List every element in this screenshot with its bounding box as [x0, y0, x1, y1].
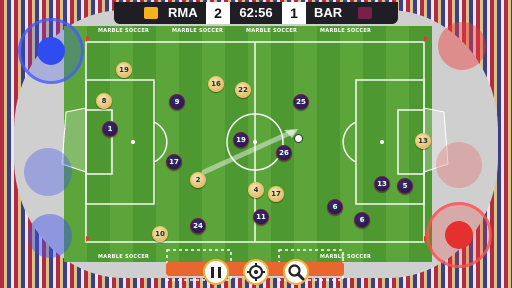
- pause-button[interactable]: [203, 259, 229, 285]
- magnifier-icon: [288, 264, 305, 281]
- player-bar[interactable]: 11: [253, 209, 269, 225]
- player-bar[interactable]: 17: [166, 154, 182, 170]
- player-rma[interactable]: 19: [116, 62, 132, 78]
- player-rma[interactable]: 2: [190, 172, 206, 188]
- away-team-name: BAR: [314, 5, 343, 20]
- player-bar[interactable]: 19: [233, 132, 249, 148]
- target-icon: [247, 263, 265, 281]
- camera-button[interactable]: [243, 259, 269, 285]
- game-screen: MARBLE SOCCER MARBLE SOCCER MARBLE SOCCE…: [0, 0, 512, 288]
- player-bar[interactable]: 25: [293, 94, 309, 110]
- home-score: 2: [206, 2, 230, 24]
- player-bar[interactable]: 13: [374, 176, 390, 192]
- joystick-knob[interactable]: [37, 37, 65, 65]
- player-rma[interactable]: 17: [268, 186, 284, 202]
- player-rma[interactable]: 22: [235, 82, 251, 98]
- player-bar[interactable]: 6: [327, 199, 343, 215]
- away-team-color: [358, 7, 372, 19]
- joystick-knob[interactable]: [445, 221, 473, 249]
- player-bar[interactable]: 9: [169, 94, 185, 110]
- home-team-color: [144, 7, 158, 19]
- player-rma[interactable]: 4: [248, 182, 264, 198]
- action-button-shoot[interactable]: [24, 148, 72, 196]
- player-rma[interactable]: 16: [208, 76, 224, 92]
- player-rma[interactable]: 13: [415, 133, 431, 149]
- zoom-button[interactable]: [283, 259, 309, 285]
- player-bar[interactable]: 24: [190, 218, 206, 234]
- action-button-switch[interactable]: [436, 142, 482, 188]
- player-rma[interactable]: 8: [96, 93, 112, 109]
- action-button-tackle[interactable]: [438, 22, 486, 70]
- right-joystick[interactable]: [426, 202, 492, 268]
- player-rma[interactable]: 10: [152, 226, 168, 242]
- action-button-pass[interactable]: [28, 214, 72, 258]
- pause-icon: [211, 266, 221, 278]
- player-bar[interactable]: 1: [102, 121, 118, 137]
- scoreboard: RMA 2 62:56 1 BAR: [114, 2, 398, 24]
- left-joystick[interactable]: [18, 18, 84, 84]
- player-bar[interactable]: 6: [354, 212, 370, 228]
- player-bar[interactable]: 5: [397, 178, 413, 194]
- ball: [294, 134, 303, 143]
- away-score: 1: [282, 2, 306, 24]
- match-clock: 62:56: [239, 5, 273, 20]
- home-team-name: RMA: [168, 5, 198, 20]
- player-bar[interactable]: 26: [276, 145, 292, 161]
